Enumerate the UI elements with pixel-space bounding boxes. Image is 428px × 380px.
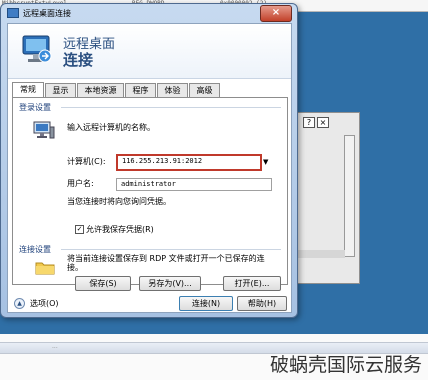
chevron-up-icon[interactable]: ▲ [14, 298, 25, 309]
tab-advanced[interactable]: 高级 [189, 83, 220, 97]
username-value: administrator [121, 180, 176, 188]
connect-button[interactable]: 连接(N) [179, 296, 233, 311]
watermark: 破蜗壳国际云服务 [269, 354, 422, 376]
tab-general[interactable]: 常规 [12, 82, 44, 97]
save-credentials-label[interactable]: 允许我保存凭据(R) [86, 224, 154, 235]
computer-label: 计算机(C): [67, 157, 106, 166]
login-settings-title: 登录设置 [19, 103, 51, 112]
app-icon [7, 8, 19, 18]
chevron-down-icon[interactable]: ▼ [263, 158, 268, 166]
heading-line2: 连接 [63, 51, 94, 69]
folder-icon [35, 262, 55, 275]
horizontal-bar [297, 250, 345, 258]
remote-desktop-dialog: 远程桌面连接 × 远程桌面 连接 常规 显示 本地资源 程序 体验 高级 登录设 [0, 3, 298, 318]
connection-settings-title: 连接设置 [19, 245, 51, 254]
open-button[interactable]: 打开(E)... [223, 276, 281, 291]
computer-icon [33, 121, 55, 139]
save-as-button[interactable]: 另存为(V)... [139, 276, 201, 291]
username-label: 用户名: [67, 179, 94, 188]
computer-value: 116.255.213.91:2012 [122, 157, 203, 165]
close-button[interactable]: × [260, 5, 292, 22]
vertical-scrollbar[interactable] [344, 135, 355, 257]
background-window: ? × [296, 112, 360, 284]
group-divider [61, 249, 281, 250]
tab-display[interactable]: 显示 [45, 83, 76, 97]
close-icon[interactable]: × [317, 117, 329, 128]
computer-combobox[interactable]: 116.255.213.91:2012 [116, 154, 262, 171]
save-credentials-checkbox[interactable]: ✓ [75, 225, 84, 234]
tab-local-resources[interactable]: 本地资源 [77, 83, 124, 97]
save-button[interactable]: 保存(S) [75, 276, 131, 291]
tab-programs[interactable]: 程序 [125, 83, 156, 97]
username-field[interactable]: administrator [116, 178, 272, 191]
help-icon[interactable]: ? [303, 117, 315, 128]
dialog-body: 远程桌面 连接 常规 显示 本地资源 程序 体验 高级 登录设置 输入远程计算机… [7, 23, 292, 313]
group-divider [61, 107, 281, 108]
options-label[interactable]: 选项(O) [30, 298, 59, 309]
dialog-header: 远程桌面 连接 [8, 24, 291, 79]
grip-icon[interactable]: ... [52, 343, 58, 350]
tab-experience[interactable]: 体验 [157, 83, 188, 97]
help-button[interactable]: 帮助(H) [237, 296, 287, 311]
general-tab-panel: 登录设置 输入远程计算机的名称。 计算机(C): 116.255.213.91:… [12, 97, 288, 291]
window-title: 远程桌面连接 [23, 9, 71, 18]
connection-description: 将当前连接设置保存到 RDP 文件或打开一个已保存的连接。 [67, 254, 265, 272]
credential-note: 当您连接时将向您询问凭据。 [67, 197, 171, 206]
remote-desktop-icon [22, 35, 52, 63]
title-bar[interactable]: 远程桌面连接 × [1, 4, 297, 23]
computer-name-prompt: 输入远程计算机的名称。 [67, 123, 155, 132]
